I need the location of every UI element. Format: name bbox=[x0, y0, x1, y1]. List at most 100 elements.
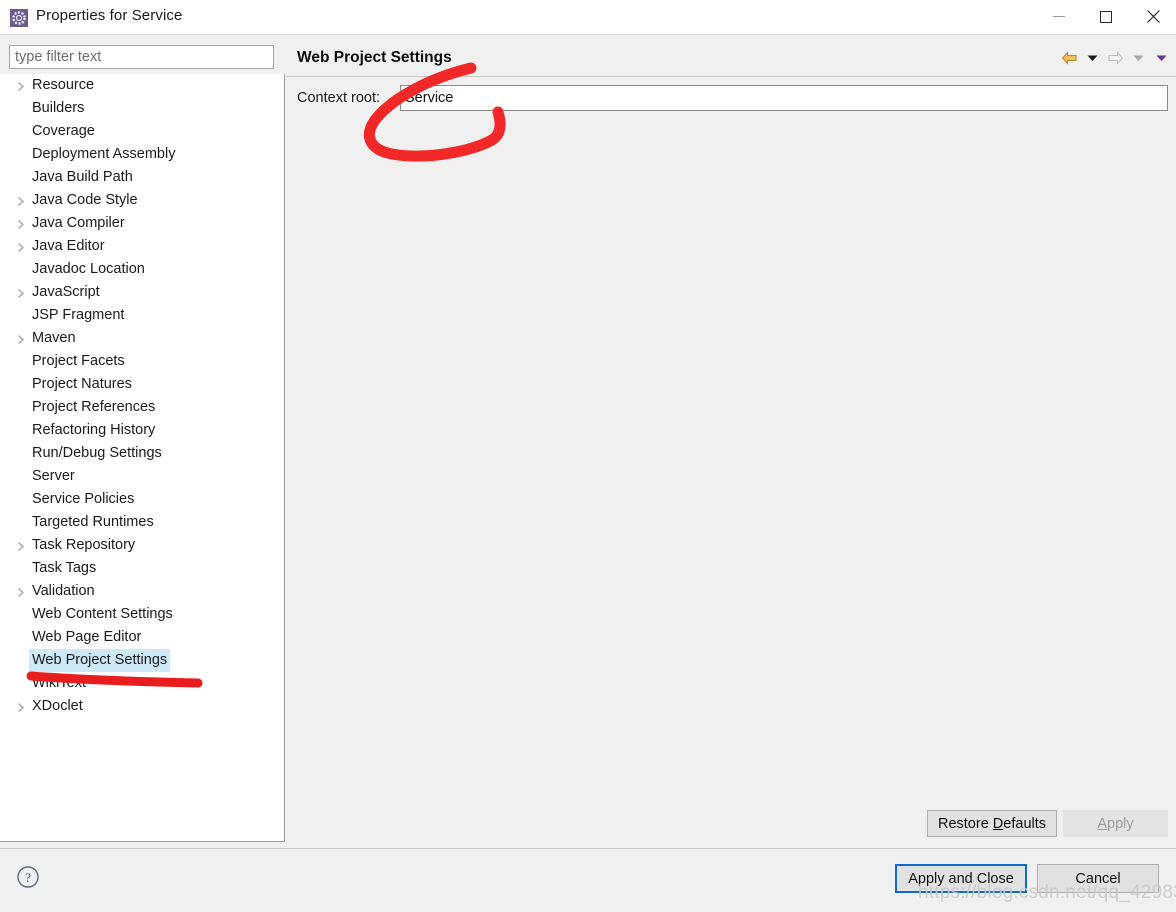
properties-dialog: Properties for Service Resource Builders C… bbox=[0, 0, 1176, 912]
tree-item-coverage[interactable]: Coverage bbox=[0, 120, 284, 143]
tree-item-java-build-path[interactable]: Java Build Path bbox=[0, 166, 284, 189]
window-title: Properties for Service bbox=[36, 7, 183, 24]
page-title: Web Project Settings bbox=[297, 49, 452, 66]
tree-item-label: Javadoc Location bbox=[32, 261, 145, 277]
forward-history-dropdown bbox=[1128, 48, 1149, 68]
tree-item-project-natures[interactable]: Project Natures bbox=[0, 373, 284, 396]
tree-item-label: Web Page Editor bbox=[32, 629, 142, 645]
back-history-dropdown[interactable] bbox=[1082, 48, 1103, 68]
tree-item-label: Web Project Settings bbox=[29, 649, 171, 672]
pane-nav-toolbar bbox=[1059, 47, 1172, 69]
tree-item-label: Project Natures bbox=[32, 376, 132, 392]
chevron-down-icon bbox=[1156, 55, 1167, 61]
tree-item-label: Task Repository bbox=[32, 537, 136, 553]
chevron-right-icon[interactable] bbox=[17, 587, 26, 597]
help-icon: ? bbox=[17, 866, 39, 888]
tree-item-jsp-fragment[interactable]: JSP Fragment bbox=[0, 304, 284, 327]
tree-item-javascript[interactable]: JavaScript bbox=[0, 281, 284, 304]
annotation-circle-context-root bbox=[364, 62, 506, 162]
context-root-label: Context root: bbox=[297, 90, 381, 106]
settings-tree[interactable]: Resource Builders Coverage Deployment Assem… bbox=[0, 74, 285, 842]
tree-item-task-tags[interactable]: Task Tags bbox=[0, 557, 284, 580]
tree-item-web-page-editor[interactable]: Web Page Editor bbox=[0, 626, 284, 649]
tree-item-validation[interactable]: Validation bbox=[0, 580, 284, 603]
tree-item-label: Java Code Style bbox=[32, 192, 138, 208]
filter-input[interactable] bbox=[9, 45, 274, 69]
back-arrow-icon bbox=[1061, 51, 1077, 65]
tree-item-label: JavaScript bbox=[32, 284, 100, 300]
apply-label: Apply bbox=[1097, 815, 1134, 832]
title-bar: Properties for Service bbox=[0, 0, 1176, 35]
maximize-icon bbox=[1100, 10, 1112, 23]
tree-item-label: Project Facets bbox=[32, 353, 125, 369]
tree-item-resource[interactable]: Resource bbox=[0, 74, 284, 97]
chevron-right-icon[interactable] bbox=[17, 288, 26, 298]
tree-item-project-references[interactable]: Project References bbox=[0, 396, 284, 419]
tree-item-run-debug-settings[interactable]: Run/Debug Settings bbox=[0, 442, 284, 465]
tree-item-task-repository[interactable]: Task Repository bbox=[0, 534, 284, 557]
tree-item-targeted-runtimes[interactable]: Targeted Runtimes bbox=[0, 511, 284, 534]
tree-item-builders[interactable]: Builders bbox=[0, 97, 284, 120]
tree-item-label: Validation bbox=[32, 583, 95, 599]
close-button[interactable] bbox=[1130, 0, 1176, 33]
tree-item-label: Refactoring History bbox=[32, 422, 156, 438]
tree-item-maven[interactable]: Maven bbox=[0, 327, 284, 350]
restore-defaults-label: Restore Defaults bbox=[937, 815, 1047, 832]
tree-item-java-compiler[interactable]: Java Compiler bbox=[0, 212, 284, 235]
tree-item-deployment-assembly[interactable]: Deployment Assembly bbox=[0, 143, 284, 166]
forward-arrow-icon bbox=[1108, 51, 1124, 65]
maximize-button[interactable] bbox=[1083, 0, 1129, 33]
tree-item-label: Java Compiler bbox=[32, 215, 125, 231]
tree-item-label: Service Policies bbox=[32, 491, 135, 507]
tree-item-label: Java Build Path bbox=[32, 169, 133, 185]
tree-item-label: Java Editor bbox=[32, 238, 105, 254]
chevron-down-icon bbox=[1087, 55, 1098, 61]
svg-text:?: ? bbox=[25, 870, 31, 885]
view-menu-button[interactable] bbox=[1151, 48, 1172, 68]
forward-button bbox=[1105, 48, 1126, 68]
help-button[interactable]: ? bbox=[16, 865, 40, 889]
chevron-right-icon[interactable] bbox=[17, 541, 26, 551]
tree-item-label: Coverage bbox=[32, 123, 95, 139]
tree-item-web-project-settings[interactable]: Web Project Settings bbox=[0, 649, 284, 672]
close-icon bbox=[1146, 10, 1160, 23]
tree-item-label: Resource bbox=[32, 77, 95, 93]
tree-item-web-content-settings[interactable]: Web Content Settings bbox=[0, 603, 284, 626]
back-button[interactable] bbox=[1059, 48, 1080, 68]
tree-item-label: Maven bbox=[32, 330, 76, 346]
tree-item-java-editor[interactable]: Java Editor bbox=[0, 235, 284, 258]
chevron-right-icon[interactable] bbox=[17, 334, 26, 344]
chevron-right-icon[interactable] bbox=[17, 242, 26, 252]
apply-button: Apply bbox=[1063, 810, 1168, 837]
tree-item-label: Builders bbox=[32, 100, 85, 116]
tree-item-label: Run/Debug Settings bbox=[32, 445, 162, 461]
tree-item-label: XDoclet bbox=[32, 698, 83, 714]
tree-item-label: JSP Fragment bbox=[32, 307, 125, 323]
tree-item-server[interactable]: Server bbox=[0, 465, 284, 488]
tree-item-refactoring-history[interactable]: Refactoring History bbox=[0, 419, 284, 442]
tree-item-javadoc-location[interactable]: Javadoc Location bbox=[0, 258, 284, 281]
gear-icon bbox=[10, 9, 28, 27]
minimize-button[interactable] bbox=[1036, 0, 1082, 33]
tree-item-java-code-style[interactable]: Java Code Style bbox=[0, 189, 284, 212]
chevron-right-icon[interactable] bbox=[17, 219, 26, 229]
tree-item-wikitext[interactable]: WikiText bbox=[0, 672, 284, 695]
tree-item-label: Targeted Runtimes bbox=[32, 514, 154, 530]
tree-item-label: Project References bbox=[32, 399, 156, 415]
tree-item-xdoclet[interactable]: XDoclet bbox=[0, 695, 284, 718]
minimize-icon bbox=[1053, 16, 1065, 17]
pane-divider bbox=[286, 76, 1176, 77]
tree-item-label: Task Tags bbox=[32, 560, 97, 576]
context-root-input[interactable] bbox=[400, 85, 1168, 111]
watermark: https://blog.csdn.net/qq_42983502 bbox=[918, 882, 1176, 903]
restore-defaults-button[interactable]: Restore Defaults bbox=[927, 810, 1057, 837]
chevron-right-icon[interactable] bbox=[17, 196, 26, 206]
tree-item-project-facets[interactable]: Project Facets bbox=[0, 350, 284, 373]
tree-item-service-policies[interactable]: Service Policies bbox=[0, 488, 284, 511]
tree-item-label: WikiText bbox=[32, 675, 86, 691]
chevron-right-icon[interactable] bbox=[17, 702, 26, 712]
footer-divider bbox=[0, 848, 1176, 849]
chevron-down-icon bbox=[1133, 55, 1144, 61]
tree-item-label: Web Content Settings bbox=[32, 606, 173, 622]
chevron-right-icon[interactable] bbox=[17, 81, 26, 91]
